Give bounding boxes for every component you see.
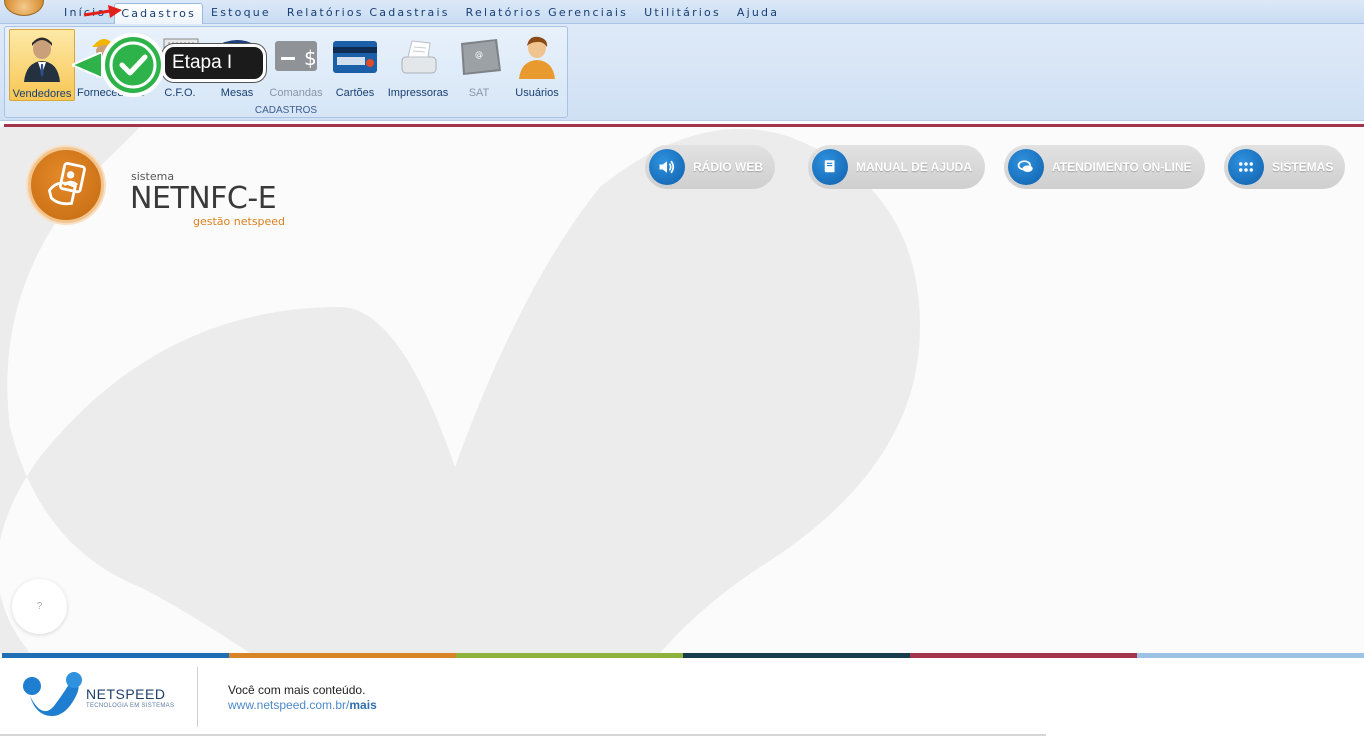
ribbon-button-label: SAT [468, 87, 490, 99]
netspeed-logo-icon [23, 672, 82, 716]
brand-subtitle: gestão netspeed [193, 215, 286, 228]
manual-de-ajuda-button[interactable]: MANUAL DE AJUDA [808, 145, 985, 189]
ribbon-button-label: Vendedores [12, 88, 72, 100]
speaker-icon [649, 149, 685, 185]
help-button[interactable]: ? [12, 579, 67, 634]
credit-card-icon [333, 41, 377, 73]
footer-message: Você com mais conteúdo. [228, 683, 366, 697]
brand-name: NETNFC-E [130, 181, 277, 216]
user-icon [519, 36, 555, 79]
ribbon-button-vendedores[interactable]: Vendedores [9, 29, 75, 101]
menu-tab-relatorios-cadastrais[interactable]: Relatórios Cadastrais [279, 6, 458, 24]
footer: NETSPEED TECNOLOGIA EM SISTEMAS Você com… [0, 658, 1364, 737]
checkmark-icon [101, 33, 165, 97]
ribbon-button-comandas[interactable]: $ Comandas [267, 29, 325, 101]
manual-de-ajuda-label: MANUAL DE AJUDA [856, 160, 973, 174]
ribbon-button-label: Cartões [335, 87, 375, 99]
ribbon-button-cartoes[interactable]: Cartões [327, 29, 383, 101]
sistemas-button[interactable]: SISTEMAS [1224, 145, 1345, 189]
menu-tab-cadastros[interactable]: Cadastros [114, 3, 204, 25]
ribbon-button-label: Impressoras [387, 87, 449, 99]
svg-text:@: @ [475, 50, 483, 59]
menu-bar: Início Cadastros Estoque Relatórios Cada… [0, 0, 1364, 25]
ribbon-button-label: Usuários [515, 87, 559, 99]
step-callout: Etapa I [72, 30, 270, 100]
menu-tab-ajuda[interactable]: Ajuda [729, 6, 787, 24]
menu-tabs: Início Cadastros Estoque Relatórios Cada… [56, 0, 787, 25]
book-icon [812, 149, 848, 185]
step-label: Etapa I [172, 52, 233, 73]
apps-grid-icon [1228, 149, 1264, 185]
atendimento-online-button[interactable]: ATENDIMENTO ON-LINE [1004, 145, 1205, 189]
sistemas-label: SISTEMAS [1272, 160, 1334, 174]
netnfce-logo-icon [28, 147, 104, 223]
ribbon-button-label: Comandas [269, 87, 323, 99]
red-arrow-icon [83, 5, 122, 18]
radio-web-button[interactable]: RÁDIO WEB [645, 145, 775, 189]
chat-icon [1008, 149, 1044, 185]
app-window: Início Cadastros Estoque Relatórios Cada… [0, 0, 1364, 737]
atendimento-online-label: ATENDIMENTO ON-LINE [1052, 160, 1192, 174]
footer-divider [197, 667, 198, 727]
ribbon-button-impressoras[interactable]: Impressoras [385, 29, 451, 101]
order-dollar-icon: $ [275, 41, 317, 71]
radio-web-label: RÁDIO WEB [693, 160, 763, 174]
ribbon-button-usuarios[interactable]: Usuários [509, 29, 565, 101]
application-orb-button[interactable] [4, 0, 44, 16]
bottom-divider [0, 734, 1046, 736]
ribbon-group-label: CADASTROS [254, 105, 318, 116]
salesman-icon [24, 37, 60, 82]
svg-text:$: $ [304, 46, 317, 70]
menu-tab-relatorios-gerenciais[interactable]: Relatórios Gerenciais [458, 6, 636, 24]
menu-tab-utilitarios[interactable]: Utilitários [636, 6, 729, 24]
footer-link-prefix: www.netspeed.com.br/ [228, 698, 350, 712]
main-content: sistema NETNFC-E gestão netspeed RÁDIO W… [0, 127, 1364, 653]
footer-link[interactable]: www.netspeed.com.br/mais [228, 698, 377, 712]
sat-device-icon: @ [461, 39, 501, 75]
netspeed-name: NETSPEED [86, 686, 166, 702]
ribbon-button-sat[interactable]: @ SAT [453, 29, 505, 101]
menu-tab-estoque[interactable]: Estoque [203, 6, 279, 24]
netspeed-tagline: TECNOLOGIA EM SISTEMAS [86, 703, 175, 709]
help-button-label: ? [36, 601, 43, 612]
printer-icon [401, 40, 437, 74]
footer-link-bold: mais [349, 698, 377, 712]
